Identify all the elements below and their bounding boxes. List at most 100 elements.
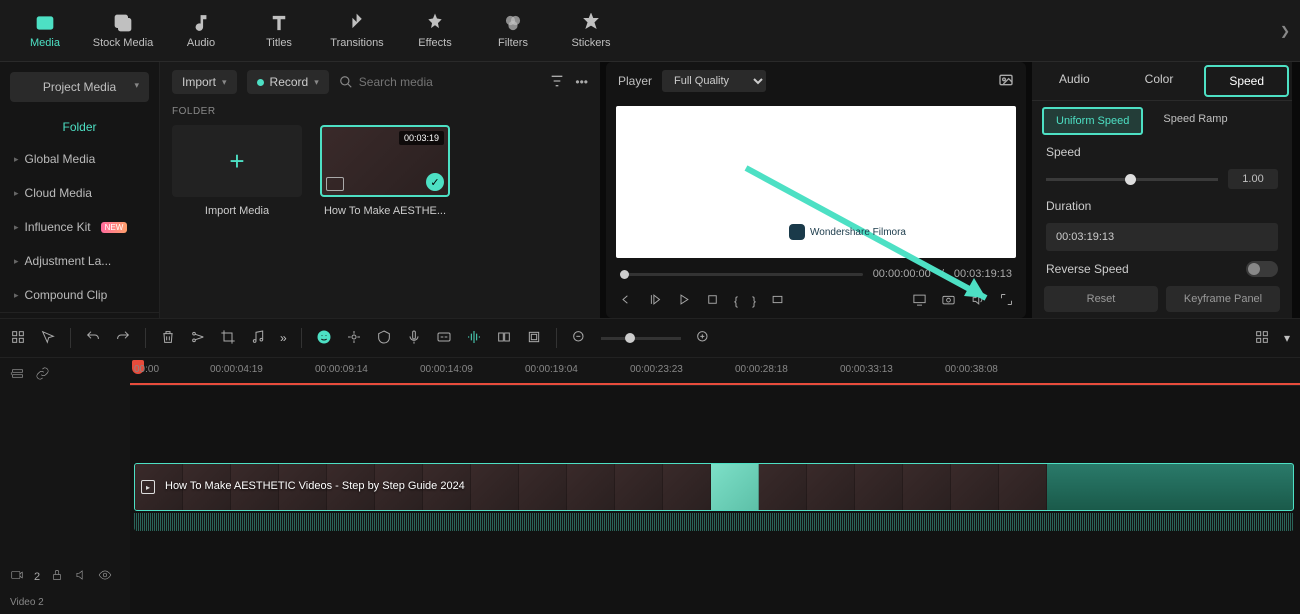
tab-filters[interactable]: Filters xyxy=(478,13,548,49)
sidebar-cloud-media[interactable]: Cloud Media xyxy=(0,176,159,210)
search-media xyxy=(339,75,540,89)
split-icon[interactable] xyxy=(190,329,206,348)
play-pause-icon[interactable] xyxy=(647,292,662,310)
folder-section-label: FOLDER xyxy=(172,106,588,117)
tab-stock-media[interactable]: Stock Media xyxy=(88,13,158,49)
view-grid-icon[interactable] xyxy=(1254,329,1270,348)
snapshot-icon[interactable] xyxy=(998,72,1014,91)
media-clip-tile[interactable]: 00:03:19 ✓ How To Make AESTHE... xyxy=(320,125,450,217)
audio-enhance-icon[interactable] xyxy=(466,329,482,348)
timeline-toolbar: » ▾ xyxy=(0,318,1300,358)
tab-media[interactable]: Media xyxy=(10,13,80,49)
ai-tools-icon[interactable] xyxy=(316,329,332,348)
video-track-icon xyxy=(10,568,24,585)
track-count: 2 xyxy=(34,571,40,583)
group-icon[interactable] xyxy=(526,329,542,348)
sidebar-global-media[interactable]: Global Media xyxy=(0,142,159,176)
music-icon[interactable] xyxy=(250,329,266,348)
tab-effects[interactable]: Effects xyxy=(400,13,470,49)
timeline: 2 Video 2 00:00 00:00:04:19 00:00:09:14 … xyxy=(0,358,1300,614)
new-badge: NEW xyxy=(101,222,128,233)
clip-label: How To Make AESTHETIC Videos - Step by S… xyxy=(165,480,465,492)
expand-tools-icon[interactable]: » xyxy=(280,331,287,345)
tab-titles[interactable]: Titles xyxy=(244,13,314,49)
import-media-label: Import Media xyxy=(205,205,269,217)
tab-transitions[interactable]: Transitions xyxy=(322,13,392,49)
subtitle-icon[interactable] xyxy=(436,329,452,348)
timeline-ruler[interactable]: 00:00 00:00:04:19 00:00:09:14 00:00:14:0… xyxy=(130,358,1300,386)
stop-icon[interactable] xyxy=(705,292,720,310)
tab-stickers-label: Stickers xyxy=(571,37,610,49)
media-type-icon xyxy=(326,177,344,191)
tab-audio-label: Audio xyxy=(187,37,215,49)
subtab-speed-ramp[interactable]: Speed Ramp xyxy=(1151,107,1239,135)
duration-label: Duration xyxy=(1046,199,1091,213)
prev-frame-icon[interactable] xyxy=(618,292,633,310)
reverse-toggle[interactable] xyxy=(1246,261,1278,277)
play-icon[interactable] xyxy=(676,292,691,310)
tab-speed-inspector[interactable]: Speed xyxy=(1204,65,1289,97)
player-canvas[interactable]: Wondershare Filmora xyxy=(616,106,1016,258)
search-icon xyxy=(339,75,353,89)
marker-icon[interactable] xyxy=(496,329,512,348)
timeline-clip[interactable]: ▸ How To Make AESTHETIC Videos - Step by… xyxy=(134,463,1294,511)
redo-icon[interactable] xyxy=(115,329,131,348)
speed-label: Speed xyxy=(1046,145,1081,159)
crop-icon[interactable] xyxy=(220,329,236,348)
zoom-out-icon[interactable] xyxy=(571,329,587,348)
tab-stickers[interactable]: Stickers xyxy=(556,13,626,49)
keyframe-panel-button[interactable]: Keyframe Panel xyxy=(1166,286,1280,312)
folder-label[interactable]: Folder xyxy=(0,112,159,142)
visibility-icon[interactable] xyxy=(98,568,112,585)
reset-button[interactable]: Reset xyxy=(1044,286,1158,312)
media-sidebar: Project Media Folder Global Media Cloud … xyxy=(0,62,160,345)
undo-icon[interactable] xyxy=(85,329,101,348)
import-media-tile[interactable]: + Import Media xyxy=(172,125,302,217)
player-panel: Player Full Quality Wondershare Filmora … xyxy=(606,62,1026,318)
speed-value[interactable]: 1.00 xyxy=(1228,169,1278,189)
tab-audio[interactable]: Audio xyxy=(166,13,236,49)
tab-media-label: Media xyxy=(30,37,60,49)
audio-waveform[interactable] xyxy=(134,513,1294,531)
search-input[interactable] xyxy=(359,75,540,89)
tabs-scroll-right-icon[interactable]: ❯ xyxy=(1280,24,1290,38)
selection-tool-icon[interactable] xyxy=(40,329,56,348)
sidebar-influence-kit[interactable]: Influence KitNEW xyxy=(0,210,159,244)
tab-filters-label: Filters xyxy=(498,37,528,49)
speed-slider[interactable] xyxy=(1046,178,1218,181)
link-icon[interactable] xyxy=(35,366,50,384)
duration-input[interactable]: 00:03:19:13 xyxy=(1046,223,1278,251)
sidebar-adjustment-layers[interactable]: Adjustment La... xyxy=(0,244,159,278)
track-header[interactable]: 2 xyxy=(0,558,130,595)
delete-icon[interactable] xyxy=(160,329,176,348)
add-track-icon[interactable] xyxy=(10,366,25,384)
zoom-slider[interactable] xyxy=(601,337,681,340)
zoom-in-icon[interactable] xyxy=(695,329,711,348)
mask-icon[interactable] xyxy=(376,329,392,348)
reverse-label: Reverse Speed xyxy=(1046,262,1129,276)
scrub-bar[interactable] xyxy=(620,273,863,276)
import-button[interactable]: Import▾ xyxy=(172,70,237,94)
settings-dropdown-icon[interactable]: ▾ xyxy=(1284,331,1290,345)
record-button[interactable]: Record▾ xyxy=(247,70,329,94)
keyframe-icon[interactable] xyxy=(346,329,362,348)
subtab-uniform-speed[interactable]: Uniform Speed xyxy=(1042,107,1143,135)
tab-effects-label: Effects xyxy=(418,37,451,49)
asset-tabbar: Media Stock Media Audio Titles Transitio… xyxy=(0,0,1300,62)
tab-titles-label: Titles xyxy=(266,37,292,49)
voice-icon[interactable] xyxy=(406,329,422,348)
sidebar-compound-clip[interactable]: Compound Clip xyxy=(0,278,159,312)
player-label: Player xyxy=(618,74,652,88)
project-media-dropdown[interactable]: Project Media xyxy=(10,72,149,102)
filter-icon[interactable] xyxy=(549,73,565,92)
more-icon[interactable]: ••• xyxy=(575,75,588,89)
lock-icon[interactable] xyxy=(50,568,64,585)
mute-icon[interactable] xyxy=(74,568,88,585)
track-name: Video 2 xyxy=(0,595,130,614)
tab-color-inspector[interactable]: Color xyxy=(1117,62,1202,100)
tab-audio-inspector[interactable]: Audio xyxy=(1032,62,1117,100)
quality-select[interactable]: Full Quality xyxy=(662,70,766,92)
clip-name-label: How To Make AESTHE... xyxy=(324,205,446,217)
clip-play-icon: ▸ xyxy=(141,480,155,494)
edit-tools-icon[interactable] xyxy=(10,329,26,348)
